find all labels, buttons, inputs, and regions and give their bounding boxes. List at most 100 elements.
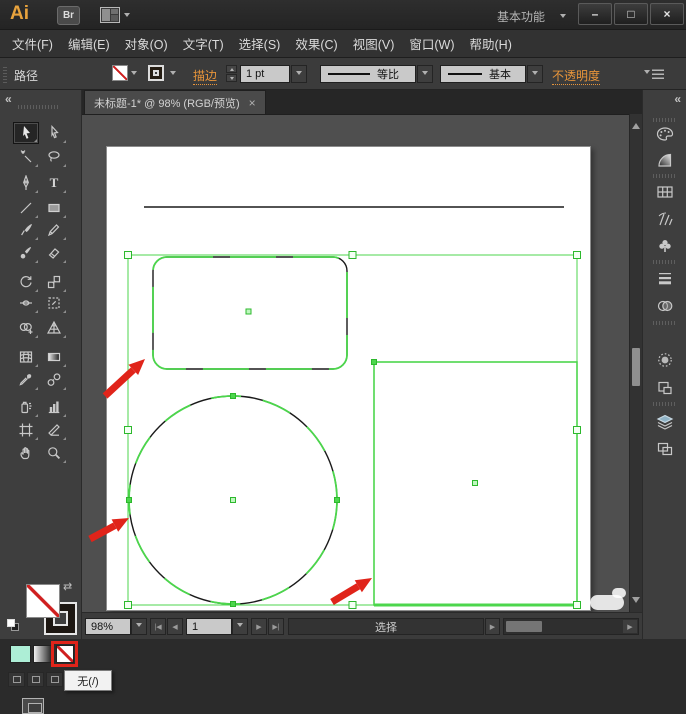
menu-edit[interactable]: 编辑(E) (68, 34, 110, 53)
workspace-arrow-icon[interactable] (560, 14, 566, 21)
maximize-button[interactable]: □ (614, 3, 648, 25)
horizontal-scrollbar[interactable]: ▶ (503, 618, 639, 635)
layers-panel-icon[interactable] (650, 410, 680, 434)
swatches-panel-icon[interactable] (650, 180, 680, 204)
graphic-styles-panel-icon[interactable] (650, 376, 680, 400)
horizontal-scroll-thumb[interactable] (506, 621, 542, 632)
blend-tool[interactable] (41, 369, 67, 391)
menu-view[interactable]: 视图(V) (353, 34, 395, 53)
document-tab[interactable]: 未标题-1* @ 98% (RGB/预览) × (84, 90, 266, 114)
paintbrush-tool[interactable] (13, 219, 39, 241)
minimize-button[interactable]: – (578, 3, 612, 25)
symbols-panel-icon[interactable] (650, 234, 680, 258)
collapse-tools-icon[interactable]: « (5, 92, 12, 106)
scroll-down-icon[interactable] (632, 597, 640, 607)
circle-object[interactable] (126, 393, 340, 607)
selection-handles[interactable] (124, 251, 581, 609)
artboard-number-dropdown[interactable] (232, 618, 248, 635)
stroke-panel-icon[interactable] (650, 266, 680, 290)
slice-tool[interactable] (41, 419, 67, 441)
brush-definition-dropdown[interactable] (527, 65, 543, 83)
stepper-down-icon[interactable] (226, 74, 237, 82)
next-artboard-button[interactable]: ▶ (251, 618, 267, 635)
canvas-area[interactable] (82, 114, 642, 612)
default-fill-stroke-icon[interactable] (7, 619, 20, 632)
scroll-right-icon[interactable]: ▶ (623, 620, 637, 633)
appearance-panel-icon[interactable] (650, 348, 680, 372)
width-tool[interactable] (13, 292, 39, 314)
pen-tool[interactable] (13, 172, 39, 194)
brushes-panel-icon[interactable] (650, 207, 680, 231)
center-anchor[interactable] (472, 480, 478, 486)
arrange-documents-icon[interactable] (100, 7, 120, 23)
panel-menu-icon[interactable] (644, 67, 664, 81)
scroll-up-icon[interactable] (632, 119, 640, 129)
swap-fill-stroke-icon[interactable]: ⇄ (63, 580, 72, 593)
draw-normal-mode-button[interactable] (8, 672, 25, 687)
color-guide-panel-icon[interactable] (650, 148, 680, 172)
stroke-weight-field[interactable]: 1 pt (240, 65, 290, 83)
width-profile-dropdown[interactable] (417, 65, 433, 83)
perspective-grid-tool[interactable] (41, 317, 67, 339)
eraser-tool[interactable] (41, 242, 67, 264)
artboards-panel-icon[interactable] (650, 437, 680, 461)
stroke-dropdown-arrow-icon[interactable] (170, 71, 176, 78)
hand-tool[interactable] (13, 442, 39, 464)
menu-help[interactable]: 帮助(H) (470, 34, 512, 53)
stroke-weight-stepper[interactable] (226, 65, 237, 82)
line-segment-tool[interactable] (13, 197, 39, 219)
rounded-rectangle-object[interactable] (152, 256, 348, 370)
color-panel-icon[interactable] (650, 122, 680, 146)
artboard-number-field[interactable]: 1 (186, 618, 232, 635)
last-artboard-button[interactable]: ▶| (268, 618, 284, 635)
menu-file[interactable]: 文件(F) (12, 34, 53, 53)
vertical-scroll-thumb[interactable] (632, 348, 640, 386)
transparency-panel-icon[interactable] (650, 294, 680, 318)
arrange-documents-arrow-icon[interactable] (124, 13, 130, 20)
menu-window[interactable]: 窗口(W) (409, 34, 454, 53)
color-swatch-button[interactable] (10, 645, 31, 663)
type-tool[interactable]: T (41, 172, 67, 194)
scale-tool[interactable] (41, 271, 67, 293)
menu-object[interactable]: 对象(O) (125, 34, 168, 53)
direct-selection-tool[interactable] (41, 122, 67, 144)
width-profile-select[interactable]: 等比 (320, 65, 416, 83)
stroke-panel-link[interactable]: 描边 (193, 67, 218, 85)
eyedropper-tool[interactable] (13, 369, 39, 391)
rectangle-object[interactable] (371, 359, 578, 607)
magic-wand-tool[interactable] (13, 146, 39, 168)
fill-swatch-none[interactable] (112, 65, 128, 81)
lasso-tool[interactable] (41, 146, 67, 168)
zoom-level-field[interactable]: 98% (85, 618, 131, 635)
shape-builder-tool[interactable] (13, 317, 39, 339)
stroke-weight-dropdown[interactable] (291, 65, 307, 83)
fill-dropdown-arrow-icon[interactable] (131, 71, 137, 78)
close-button[interactable]: × (650, 3, 684, 25)
blob-brush-tool[interactable] (13, 242, 39, 264)
workspace-switcher[interactable]: 基本功能 (497, 8, 545, 25)
selection-tool[interactable] (13, 122, 39, 144)
pencil-tool[interactable] (41, 219, 67, 241)
bridge-button[interactable]: Br (57, 6, 80, 25)
mesh-tool[interactable] (13, 346, 39, 368)
stepper-up-icon[interactable] (226, 65, 237, 73)
zoom-dropdown[interactable] (131, 618, 147, 635)
gradient-tool[interactable] (41, 346, 67, 368)
free-transform-tool[interactable] (41, 292, 67, 314)
vertical-scrollbar[interactable] (629, 114, 642, 612)
artboard-tool[interactable] (13, 419, 39, 441)
previous-artboard-button[interactable]: ◀ (167, 618, 183, 635)
draw-behind-mode-button[interactable] (27, 672, 44, 687)
first-artboard-button[interactable]: |◀ (150, 618, 166, 635)
opacity-panel-link[interactable]: 不透明度 (552, 67, 601, 85)
fill-color-indicator-none[interactable] (26, 584, 60, 618)
zoom-tool[interactable] (41, 442, 67, 464)
menu-type[interactable]: 文字(T) (183, 34, 224, 53)
center-anchor[interactable] (230, 497, 236, 503)
expand-dock-icon[interactable]: « (674, 92, 681, 106)
center-anchor[interactable] (245, 308, 252, 315)
column-graph-tool[interactable] (41, 396, 67, 418)
stroke-swatch[interactable] (148, 65, 164, 81)
menu-select[interactable]: 选择(S) (239, 34, 281, 53)
screen-mode-button[interactable] (22, 698, 44, 714)
